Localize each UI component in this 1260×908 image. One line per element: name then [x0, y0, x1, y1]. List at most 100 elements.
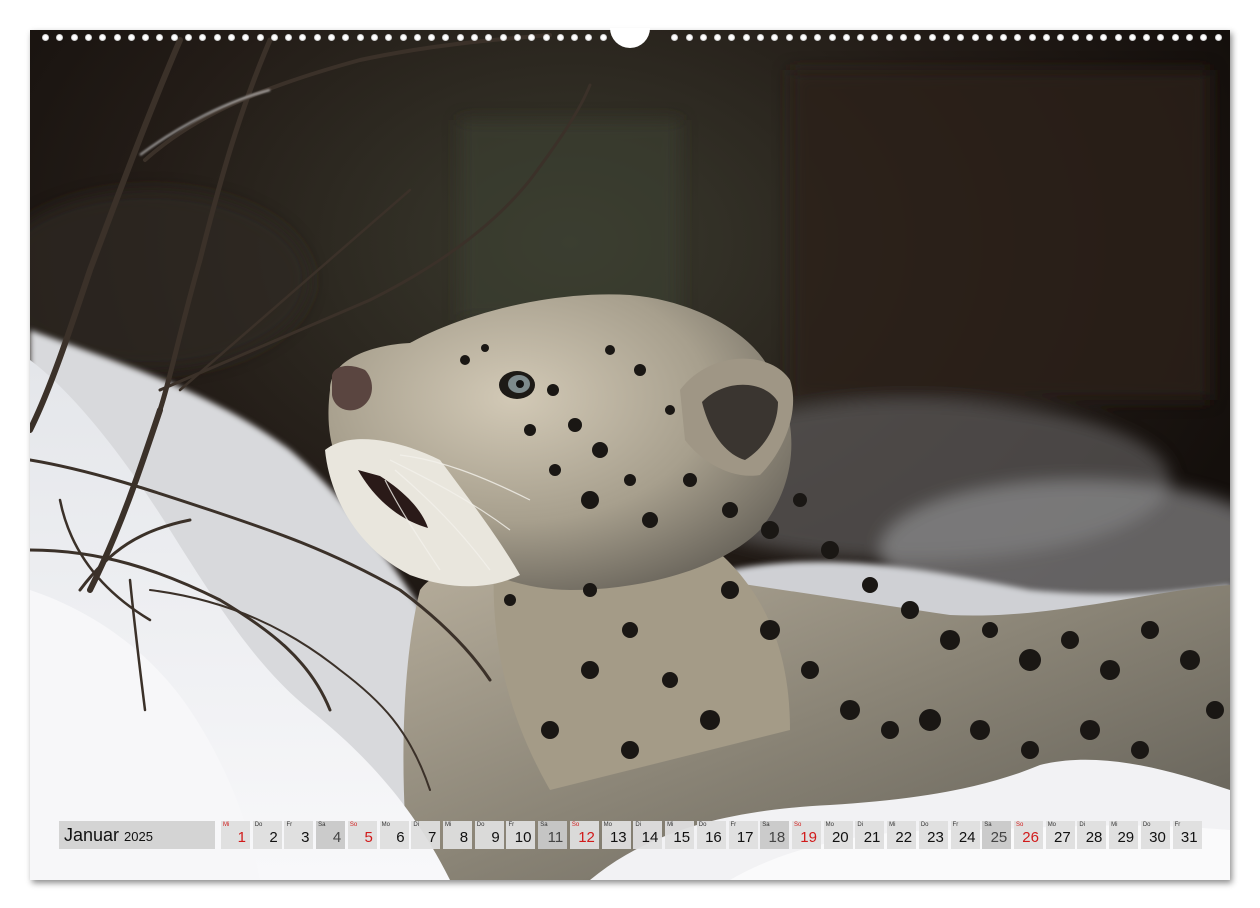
binding-hole — [585, 34, 593, 41]
binding-hole — [1157, 34, 1165, 41]
binding-hole — [556, 34, 564, 41]
day-cell: Fr 31 — [1172, 821, 1202, 849]
day-number: 30 — [1149, 829, 1166, 846]
weekday-abbrev: Fr — [286, 822, 293, 828]
binding-hole — [513, 34, 521, 41]
day-cell: Fr 24 — [950, 821, 980, 849]
day-number: 27 — [1054, 829, 1071, 846]
day-cell: Di 28 — [1077, 821, 1107, 849]
weekday-abbrev: Sa — [984, 822, 992, 828]
day-number: 25 — [990, 829, 1008, 846]
weekday-abbrev: Do — [1142, 822, 1151, 828]
day-number: 10 — [514, 829, 532, 846]
binding-hole — [785, 34, 793, 41]
binding-hole — [1028, 34, 1036, 41]
binding-hole — [928, 34, 936, 41]
weekday-abbrev: Do — [254, 822, 263, 828]
weekday-abbrev: So — [571, 822, 580, 828]
weekday-abbrev: Fr — [508, 822, 515, 828]
binding-hole — [227, 34, 235, 41]
day-cell: So 26 — [1013, 821, 1043, 849]
binding-hole — [256, 34, 264, 41]
weekday-abbrev: Mi — [1111, 822, 1118, 828]
binding-hole — [1200, 34, 1208, 41]
day-number: 20 — [831, 829, 849, 846]
day-number: 6 — [396, 829, 405, 846]
binding-hole — [385, 34, 393, 41]
binding-hole — [671, 34, 679, 41]
day-number: 23 — [927, 829, 944, 846]
weekday-abbrev: Sa — [318, 822, 326, 828]
binding-hole — [56, 34, 64, 41]
calendar-photo — [30, 30, 1230, 880]
day-cell: Fr 3 — [284, 821, 314, 849]
binding-hole — [127, 34, 135, 41]
day-cell: Mi 15 — [665, 821, 695, 849]
day-number: 26 — [1022, 829, 1039, 846]
day-number: 31 — [1180, 829, 1198, 846]
binding-hole — [1214, 34, 1222, 41]
binding-hole — [857, 34, 865, 41]
binding-hole — [185, 34, 192, 41]
binding-hole — [871, 34, 879, 41]
binding-hole — [757, 34, 764, 41]
day-cell: Mo 13 — [601, 821, 631, 849]
day-cell: Do 16 — [696, 821, 726, 849]
day-number: 13 — [609, 829, 627, 846]
day-cell: Mo 20 — [823, 821, 853, 849]
binding-hole — [1057, 34, 1065, 41]
binding-hole — [199, 34, 207, 41]
day-cell: Mi 22 — [887, 821, 917, 849]
binding-hole — [1043, 34, 1050, 41]
binding-hole — [113, 34, 121, 41]
calendar-strip: Januar 2025 Mi 1 Do 2 Fr 3 Sa 4 So 5 Mo 6 Di 7 Mi 8 Do 9 F… — [59, 821, 1204, 849]
snow-leopard-image — [30, 30, 1230, 880]
weekday-abbrev: Mi — [445, 822, 452, 828]
binding-hole — [342, 34, 350, 41]
binding-hole — [942, 34, 950, 41]
weekday-abbrev: Do — [920, 822, 929, 828]
day-number: 5 — [364, 829, 373, 846]
binding-hole — [84, 34, 92, 41]
day-cell: Fr 17 — [728, 821, 758, 849]
day-cell: Sa 25 — [982, 821, 1012, 849]
binding-hole — [571, 34, 579, 41]
day-cell: Do 9 — [474, 821, 504, 849]
weekday-abbrev: Sa — [540, 822, 548, 828]
day-cell: Mo 6 — [379, 821, 409, 849]
weekday-abbrev: Mo — [1047, 822, 1057, 828]
day-cell: Do 2 — [252, 821, 282, 849]
day-number: 21 — [863, 829, 881, 846]
binding-hole — [542, 34, 550, 41]
weekday-abbrev: Mi — [889, 822, 896, 828]
weekday-abbrev: Do — [476, 822, 485, 828]
binding-hole — [270, 34, 278, 41]
binding-hole — [1100, 34, 1108, 41]
binding-hole — [299, 34, 307, 41]
binding-hole — [1143, 34, 1151, 41]
day-number: 17 — [736, 829, 754, 846]
binding-hole — [285, 34, 293, 41]
weekday-abbrev: Do — [698, 822, 707, 828]
weekday-abbrev: Sa — [762, 822, 770, 828]
day-number: 3 — [301, 829, 310, 846]
day-number: 4 — [332, 829, 342, 846]
weekday-abbrev: So — [349, 822, 358, 828]
day-cell: So 12 — [569, 821, 599, 849]
binding-hole — [714, 34, 722, 41]
binding-hole — [528, 34, 536, 41]
binding-hole — [1171, 34, 1179, 41]
day-cell: Sa 4 — [316, 821, 346, 849]
binding-hole — [313, 34, 321, 41]
binding-hole — [42, 34, 49, 41]
binding-hole — [1085, 34, 1093, 41]
binding-hole — [799, 34, 807, 41]
day-cell: Di 14 — [633, 821, 663, 849]
day-number: 24 — [958, 829, 976, 846]
month-year: 2025 — [124, 829, 153, 844]
day-cell: Di 7 — [411, 821, 441, 849]
binding-hole — [1000, 34, 1008, 41]
weekday-abbrev: So — [1015, 822, 1024, 828]
month-name: Januar — [64, 824, 120, 845]
day-number: 12 — [578, 829, 595, 846]
